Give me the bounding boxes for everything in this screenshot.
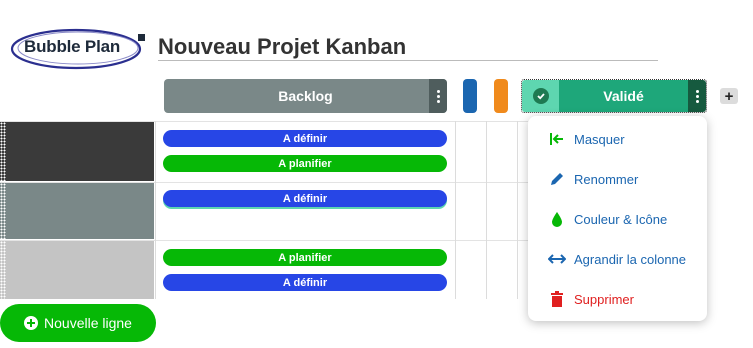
- column-context-menu: Masquer Renommer Couleur & Icône Agrandi…: [528, 116, 707, 321]
- drop-icon: [548, 210, 566, 228]
- page-title[interactable]: Nouveau Projet Kanban: [158, 34, 406, 60]
- bubble-plan-logo[interactable]: Bubble Plan: [8, 26, 148, 72]
- menu-item-rename[interactable]: Renommer: [548, 169, 638, 189]
- menu-item-label: Renommer: [574, 171, 639, 187]
- column-label-valide: Validé: [559, 80, 688, 112]
- column-header-valide[interactable]: Validé: [521, 79, 707, 113]
- task-card[interactable]: A planifier: [163, 155, 447, 172]
- trash-icon: [548, 290, 566, 308]
- menu-item-label: Couleur & Icône: [574, 211, 668, 227]
- new-row-button[interactable]: Nouvelle ligne: [0, 304, 156, 342]
- column-menu-valide-icon[interactable]: [688, 80, 706, 112]
- check-circle-icon: [532, 88, 549, 104]
- menu-item-hide[interactable]: Masquer: [548, 129, 625, 149]
- title-underline: [158, 60, 658, 61]
- task-card[interactable]: A définir: [163, 130, 447, 147]
- row-header[interactable]: [0, 241, 154, 299]
- task-card[interactable]: A planifier: [163, 249, 447, 266]
- column-header-backlog[interactable]: Backlog: [164, 79, 447, 113]
- row-header[interactable]: [0, 183, 154, 239]
- drag-handle-icon[interactable]: [0, 241, 6, 299]
- menu-item-delete[interactable]: Supprimer: [548, 289, 634, 309]
- grid-vline: [455, 121, 456, 299]
- add-column-button[interactable]: +: [720, 88, 738, 105]
- column-icon-area: [522, 80, 559, 112]
- grid-vline: [155, 121, 156, 299]
- grid-vline: [517, 121, 518, 299]
- logo-text: Bubble Plan: [24, 37, 121, 56]
- drag-handle-icon[interactable]: [0, 122, 6, 181]
- column-label-backlog: Backlog: [278, 88, 333, 104]
- hide-arrow-icon: [548, 130, 566, 148]
- task-card[interactable]: A définir: [163, 274, 447, 291]
- menu-item-label: Masquer: [574, 131, 625, 147]
- drag-handle-icon[interactable]: [0, 183, 6, 239]
- plus-circle-icon: [24, 316, 39, 330]
- expand-horizontal-icon: [548, 250, 566, 268]
- menu-item-expand-column[interactable]: Agrandir la colonne: [548, 249, 686, 269]
- column-collapsed-orange[interactable]: [494, 79, 508, 113]
- menu-item-label: Agrandir la colonne: [574, 251, 687, 267]
- column-menu-backlog-icon[interactable]: [429, 79, 447, 113]
- row-header[interactable]: [0, 122, 154, 181]
- column-collapsed-blue[interactable]: [463, 79, 477, 113]
- menu-item-color-icon[interactable]: Couleur & Icône: [548, 209, 667, 229]
- task-card[interactable]: A définir: [163, 190, 447, 207]
- new-row-label: Nouvelle ligne: [44, 315, 132, 331]
- menu-item-label: Supprimer: [574, 291, 634, 307]
- pencil-icon: [548, 170, 566, 188]
- grid-vline: [486, 121, 487, 299]
